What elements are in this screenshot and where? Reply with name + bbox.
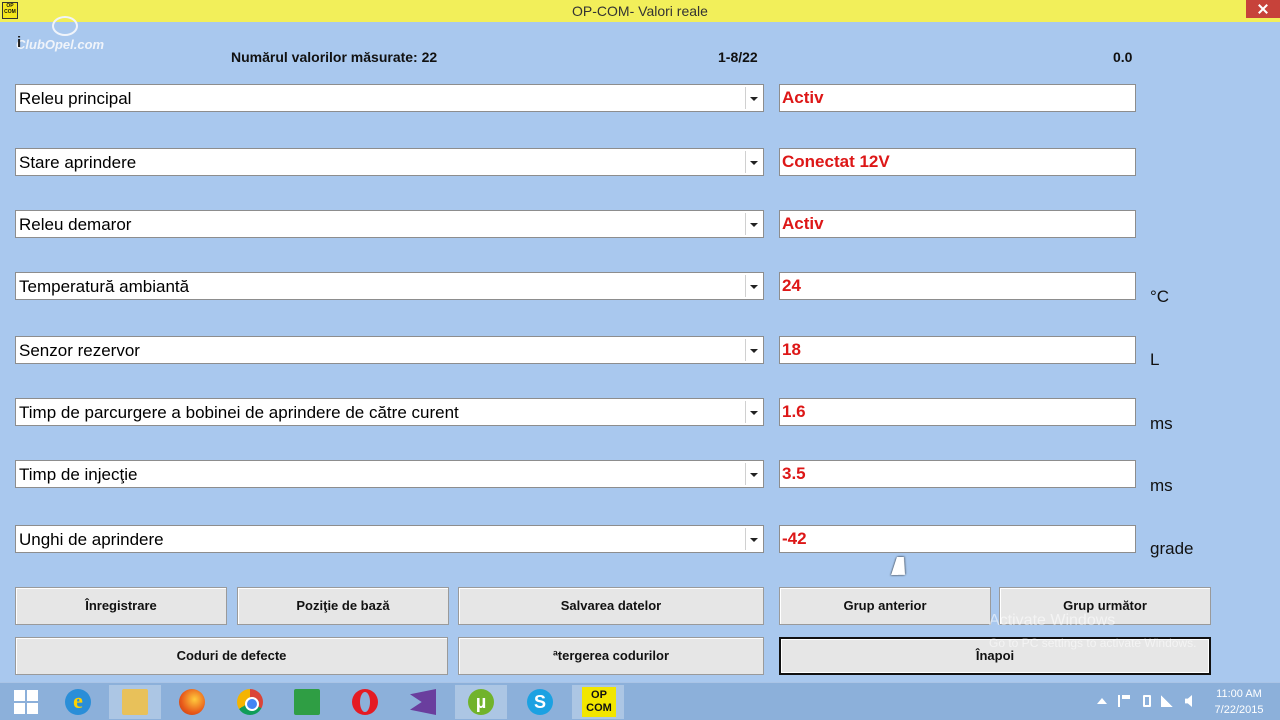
value-text: Activ (782, 88, 824, 107)
value-text: Conectat 12V (782, 152, 890, 171)
parameter-select-2[interactable]: Stare aprindere (15, 148, 764, 176)
op-com-icon: OP COM (582, 687, 616, 717)
record-button[interactable]: Înregistrare (15, 587, 227, 625)
taskbar-skype[interactable]: S (514, 685, 566, 719)
parameter-select-1[interactable]: Releu principal (15, 84, 764, 112)
parameter-value-5: 18 (779, 336, 1136, 364)
chevron-down-icon[interactable] (745, 528, 761, 550)
unit-label: ms (1150, 476, 1173, 495)
parameter-label: Stare aprindere (19, 153, 137, 172)
utorrent-icon: µ (468, 689, 494, 715)
taskbar: e µ S OP COM (0, 682, 1280, 720)
parameter-value-3: Activ (779, 210, 1136, 238)
battery-icon[interactable] (1143, 695, 1151, 707)
fault-codes-button[interactable]: Coduri de defecte (15, 637, 448, 675)
windows-logo-icon (13, 689, 39, 715)
taskbar-firefox[interactable] (166, 685, 218, 719)
parameter-label: Temperatură ambiantă (19, 277, 190, 296)
taskbar-chrome[interactable] (224, 685, 276, 719)
parameter-select-8[interactable]: Unghi de aprindere (15, 525, 764, 553)
parameter-select-7[interactable]: Timp de injecţie (15, 460, 764, 488)
unit-label: L (1150, 350, 1160, 369)
parameter-value-1: Activ (779, 84, 1136, 112)
chevron-down-icon[interactable] (745, 339, 761, 361)
unit-label: °C (1150, 287, 1170, 306)
watermark-logo: ClubOpel.com (16, 37, 105, 52)
taskbar-visual-studio[interactable] (397, 685, 449, 719)
chevron-down-icon[interactable] (745, 463, 761, 485)
action-center-flag-icon[interactable] (1118, 695, 1130, 707)
chevron-down-icon[interactable] (745, 87, 761, 109)
firefox-icon (179, 689, 205, 715)
unit-label: ms (1150, 414, 1173, 433)
close-button[interactable] (1246, 0, 1280, 18)
chrome-icon (237, 689, 263, 715)
show-hidden-icons-icon[interactable] (1097, 698, 1107, 704)
value-text: Activ (782, 214, 824, 233)
taskbar-file-explorer[interactable] (109, 685, 161, 719)
window-title: OP-COM- Valori reale (572, 3, 708, 19)
base-position-button[interactable]: Poziţie de bază (237, 587, 449, 625)
taskbar-internet-explorer[interactable]: e (52, 685, 104, 719)
chevron-down-icon[interactable] (745, 275, 761, 297)
parameter-value-8: -42 (779, 525, 1136, 553)
start-button[interactable] (0, 685, 52, 719)
parameter-select-3[interactable]: Releu demaror (15, 210, 764, 238)
internet-explorer-icon: e (65, 689, 91, 715)
network-signal-icon[interactable] (1161, 695, 1173, 707)
clock-time[interactable]: 11:00 AM (1206, 688, 1272, 700)
parameter-label: Timp de parcurgere a bobinei de aprinder… (19, 403, 459, 422)
activate-windows-hint: Go to PC settings to activate Windows. (989, 636, 1197, 650)
erase-codes-button[interactable]: ªtergerea codurilor (458, 637, 764, 675)
mouse-cursor-icon (891, 557, 911, 575)
parameter-select-4[interactable]: Temperatură ambiantă (15, 272, 764, 300)
parameter-label: Releu principal (19, 89, 132, 108)
value-text: 1.6 (782, 402, 806, 421)
taskbar-opera[interactable] (339, 685, 391, 719)
parameter-value-6: 1.6 (779, 398, 1136, 426)
clock-date[interactable]: 7/22/2015 (1206, 704, 1272, 716)
parameter-label: Senzor rezervor (19, 341, 140, 360)
value-text: -42 (782, 529, 807, 548)
windows-store-icon (294, 689, 320, 715)
activate-windows-title: Activate Windows (989, 612, 1116, 629)
previous-group-button[interactable]: Grup anterior (779, 587, 991, 625)
chevron-down-icon[interactable] (745, 401, 761, 423)
opera-icon (352, 689, 378, 715)
value-text: 18 (782, 340, 801, 359)
parameter-label: Releu demaror (19, 215, 132, 234)
skype-icon: S (527, 689, 553, 715)
parameter-value-7: 3.5 (779, 460, 1136, 488)
parameter-select-6[interactable]: Timp de parcurgere a bobinei de aprinder… (15, 398, 764, 426)
taskbar-windows-store[interactable] (281, 685, 333, 719)
parameter-label: Unghi de aprindere (19, 530, 164, 549)
measured-values-count: Numărul valorilor măsurate: 22 (231, 49, 438, 65)
parameter-value-4: 24 (779, 272, 1136, 300)
taskbar-utorrent[interactable]: µ (455, 685, 507, 719)
parameter-value-2: Conectat 12V (779, 148, 1136, 176)
save-data-button[interactable]: Salvarea datelor (458, 587, 764, 625)
value-text: 3.5 (782, 464, 806, 483)
taskbar-op-com[interactable]: OP COM (572, 685, 624, 719)
parameter-select-5[interactable]: Senzor rezervor (15, 336, 764, 364)
page-range: 1-8/22 (718, 49, 758, 65)
title-bar[interactable]: OP COM OP-COM- Valori reale (0, 0, 1280, 22)
opel-logo-icon (52, 16, 78, 36)
parameter-label: Timp de injecţie (19, 465, 138, 484)
visual-studio-icon (410, 689, 436, 715)
unit-label: grade (1150, 539, 1194, 558)
chevron-down-icon[interactable] (745, 151, 761, 173)
header-value: 0.0 (1113, 49, 1133, 65)
file-explorer-icon (122, 689, 148, 715)
info-icon: i (17, 34, 22, 51)
value-text: 24 (782, 276, 801, 295)
chevron-down-icon[interactable] (745, 213, 761, 235)
